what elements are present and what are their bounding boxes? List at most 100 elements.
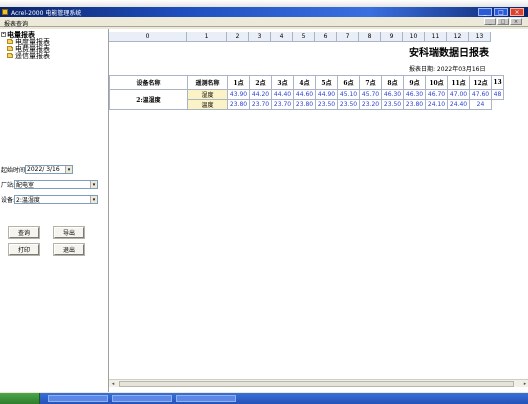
left-panel: - 电量报表 电度量报表 电费量报表 遥信量报表 起始时间: 2022/ 3/1… (0, 29, 108, 392)
sheet-column-header-cell[interactable]: 12 (447, 32, 469, 42)
value-cell[interactable]: 44.60 (293, 89, 316, 100)
device-select[interactable]: 2:温湿度 ▾ (14, 195, 98, 204)
station-select[interactable]: 配电室 ▾ (14, 180, 98, 189)
sheet-column-header-cell[interactable]: 13 (469, 32, 491, 42)
metric-name-cell[interactable]: 温度 (187, 99, 228, 110)
start-button[interactable] (0, 393, 40, 404)
value-cell[interactable]: 23.50 (381, 99, 404, 110)
value-cell[interactable]: 44.20 (249, 89, 272, 100)
sheet-column-header-cell[interactable]: 6 (315, 32, 337, 42)
metric-name-cell[interactable]: 湿度 (187, 89, 228, 100)
start-time-label: 起始时间: (1, 167, 28, 174)
value-cell[interactable]: 23.70 (271, 99, 294, 110)
value-cell[interactable]: 23.80 (403, 99, 426, 110)
sheet-column-header-cell[interactable]: 1 (187, 32, 227, 42)
value-cell[interactable]: 46.30 (403, 89, 426, 100)
menu-report-query[interactable]: 报表查询 (4, 19, 28, 28)
minimize-button[interactable]: _ (478, 8, 492, 16)
sheet-column-header-cell[interactable]: 4 (271, 32, 293, 42)
scroll-left-icon[interactable]: ◂ (109, 380, 117, 388)
scroll-thumb[interactable] (119, 381, 514, 387)
maximize-button[interactable]: □ (494, 8, 508, 16)
sheet-column-header-cell[interactable]: 0 (109, 32, 187, 42)
device-name-cell[interactable]: 2:温湿度 (109, 89, 188, 110)
value-cell[interactable]: 24 (469, 99, 492, 110)
table-header-cell: 5点 (315, 75, 338, 90)
chevron-down-icon[interactable]: ▾ (65, 166, 72, 173)
report-tree: - 电量报表 电度量报表 电费量报表 遥信量报表 (0, 31, 108, 60)
sheet-column-header-cell[interactable]: 3 (249, 32, 271, 42)
report-title: 安科瑞数据日报表 (409, 48, 489, 59)
desktop-band (0, 0, 528, 7)
value-cell[interactable]: 47.60 (469, 89, 492, 100)
mdi-close-button[interactable]: × (510, 18, 522, 25)
menubar: 报表查询 _ □ × (0, 17, 528, 28)
value-cell[interactable]: 23.50 (337, 99, 360, 110)
value-cell[interactable]: 46.30 (381, 89, 404, 100)
report-date: 报表日期: 2022年03月16日 (409, 66, 486, 73)
folder-icon (7, 38, 13, 44)
station-row: 厂站: 配电室 ▾ (1, 180, 98, 189)
window-title: Acrel-2000 电能管理系统 (11, 10, 82, 17)
value-cell[interactable]: 23.50 (315, 99, 338, 110)
taskbar-item[interactable] (176, 395, 236, 402)
value-cell[interactable]: 24.40 (447, 99, 470, 110)
value-cell[interactable]: 45.10 (337, 89, 360, 100)
taskbar-item[interactable] (48, 395, 108, 402)
station-label: 厂站: (1, 182, 16, 189)
exit-button[interactable]: 退出 (54, 244, 84, 255)
sheet-column-header-cell[interactable]: 9 (381, 32, 403, 42)
sheet-column-header-cell[interactable]: 5 (293, 32, 315, 42)
collapse-icon[interactable]: - (1, 32, 6, 37)
table-header-cell: 12点 (469, 75, 492, 90)
table-header-cell: 10点 (425, 75, 448, 90)
chevron-down-icon[interactable]: ▾ (90, 181, 97, 188)
start-time-row: 起始时间: 2022/ 3/16 ▾ (1, 165, 73, 174)
value-cell[interactable]: 24.10 (425, 99, 448, 110)
station-value: 配电室 (16, 182, 35, 189)
print-button[interactable]: 打印 (9, 244, 39, 255)
horizontal-scrollbar[interactable]: ◂ ▸ (109, 379, 528, 387)
value-cell[interactable]: 44.90 (315, 89, 338, 100)
mdi-restore-button[interactable]: □ (497, 18, 509, 25)
taskbar (0, 393, 528, 404)
table-header-cell: 4点 (293, 75, 316, 90)
table-header-cell: 7点 (359, 75, 382, 90)
sheet-column-header-cell[interactable]: 2 (227, 32, 249, 42)
table-header-cell: 6点 (337, 75, 360, 90)
folder-icon (7, 45, 13, 51)
table-header-cell: 8点 (381, 75, 404, 90)
value-cell[interactable]: 46.70 (425, 89, 448, 100)
table-header-cell: 设备名称 (109, 75, 188, 90)
value-cell[interactable]: 44.40 (271, 89, 294, 100)
sheet-column-header-cell[interactable]: 8 (359, 32, 381, 42)
device-row: 设备: 2:温湿度 ▾ (1, 195, 98, 204)
value-cell[interactable]: 23.70 (249, 99, 272, 110)
sheet-column-header: 0 1 2 3 4 5 6 7 8 9 10 11 12 13 (109, 32, 491, 42)
mdi-minimize-button[interactable]: _ (484, 18, 496, 25)
scroll-right-icon[interactable]: ▸ (521, 380, 528, 388)
close-button[interactable]: × (510, 8, 524, 16)
report-sheet[interactable]: 0 1 2 3 4 5 6 7 8 9 10 11 12 13 安科瑞数据日报表 报表日期: 2022年0… (108, 29, 528, 392)
sheet-column-header-cell[interactable]: 11 (425, 32, 447, 42)
value-cell[interactable]: 48 (491, 89, 504, 100)
mdi-controls: _ □ × (484, 18, 522, 25)
table-header-row: 设备名称 遥测名称 1点 2点 3点 4点 5点 6点 7点 8点 9点 10点 11点 12点 13 (109, 75, 504, 90)
value-cell[interactable]: 45.70 (359, 89, 382, 100)
value-cell[interactable]: 43.90 (227, 89, 250, 100)
export-button[interactable]: 导出 (54, 227, 84, 238)
chevron-down-icon[interactable]: ▾ (90, 196, 97, 203)
start-time-picker[interactable]: 2022/ 3/16 ▾ (25, 165, 73, 174)
table-header-cell: 遥测名称 (187, 75, 228, 90)
query-button[interactable]: 查询 (9, 227, 39, 238)
table-header-cell: 11点 (447, 75, 470, 90)
sheet-column-header-cell[interactable]: 10 (403, 32, 425, 42)
value-cell[interactable]: 23.20 (359, 99, 382, 110)
sheet-column-header-cell[interactable]: 7 (337, 32, 359, 42)
value-cell[interactable]: 23.80 (227, 99, 250, 110)
tree-item-signal[interactable]: 遥信量报表 (0, 52, 108, 60)
window-titlebar[interactable]: Acrel-2000 电能管理系统 _ □ × (0, 7, 528, 17)
value-cell[interactable]: 23.80 (293, 99, 316, 110)
value-cell[interactable]: 47.00 (447, 89, 470, 100)
taskbar-item[interactable] (112, 395, 172, 402)
